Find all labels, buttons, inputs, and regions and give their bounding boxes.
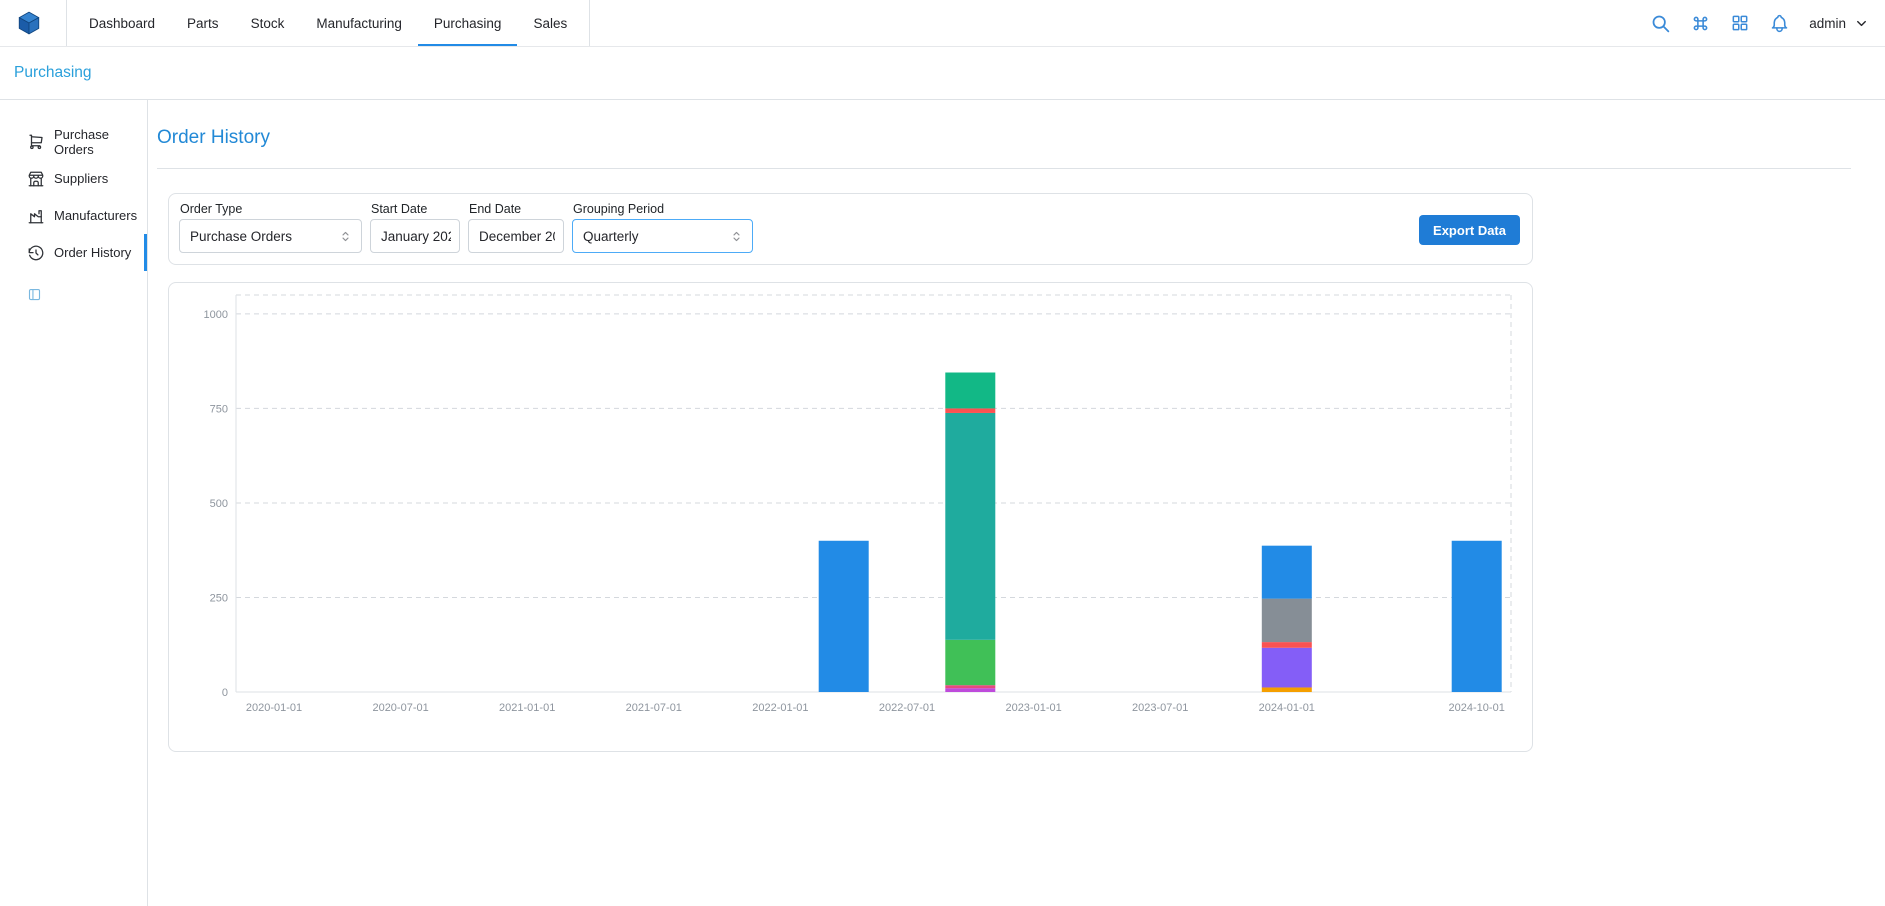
y-tick-label: 1000 xyxy=(204,309,228,321)
nav-tab-dashboard[interactable]: Dashboard xyxy=(73,0,171,46)
history-icon xyxy=(27,244,45,262)
grouping-period-select[interactable]: Quarterly xyxy=(572,219,753,253)
sidebar-item-label: Purchase Orders xyxy=(54,127,147,157)
chart-bar-segment[interactable] xyxy=(1452,541,1502,692)
y-tick-label: 250 xyxy=(210,592,228,604)
end-date-input[interactable] xyxy=(468,219,564,253)
end-date-field: End Date xyxy=(468,202,564,264)
chart-bar-segment[interactable] xyxy=(1262,642,1312,648)
grid-icon[interactable] xyxy=(1730,13,1750,33)
nav-tab-manufacturing[interactable]: Manufacturing xyxy=(300,0,418,46)
chart-bar-segment[interactable] xyxy=(945,413,995,640)
selector-chevrons-icon xyxy=(729,229,744,244)
sidebar-item-suppliers[interactable]: Suppliers xyxy=(0,160,147,197)
end-date-label: End Date xyxy=(469,202,564,216)
building-store-icon xyxy=(27,170,45,188)
chart-bar-segment[interactable] xyxy=(1262,599,1312,642)
nav-tab-purchasing[interactable]: Purchasing xyxy=(418,0,518,46)
x-tick-label: 2020-01-01 xyxy=(246,702,302,714)
title-divider xyxy=(157,168,1851,169)
inventree-logo-icon xyxy=(16,10,42,36)
x-tick-label: 2023-01-01 xyxy=(1005,702,1061,714)
sidebar-item-label: Manufacturers xyxy=(54,208,137,223)
top-navbar: Dashboard Parts Stock Manufacturing Purc… xyxy=(0,0,1885,47)
chevron-down-icon xyxy=(1854,16,1869,31)
order-history-panel: Order History Order Type Purchase Orders… xyxy=(148,100,1885,906)
main-nav-tabs: Dashboard Parts Stock Manufacturing Purc… xyxy=(66,0,590,46)
layout-sidebar-icon[interactable] xyxy=(27,287,42,302)
navbar-actions: admin xyxy=(1650,13,1869,34)
chart-bar-segment[interactable] xyxy=(1262,687,1312,692)
order-type-label: Order Type xyxy=(180,202,362,216)
breadcrumb-purchasing[interactable]: Purchasing xyxy=(14,64,92,82)
x-tick-label: 2021-01-01 xyxy=(499,702,555,714)
command-icon[interactable] xyxy=(1690,13,1711,34)
y-tick-label: 500 xyxy=(210,498,228,510)
grouping-period-label: Grouping Period xyxy=(573,202,753,216)
nav-tab-sales[interactable]: Sales xyxy=(517,0,583,46)
x-tick-label: 2021-07-01 xyxy=(626,702,682,714)
chart-bar-segment[interactable] xyxy=(1262,648,1312,688)
x-tick-label: 2024-01-01 xyxy=(1259,702,1315,714)
page-title: Order History xyxy=(157,127,1851,149)
chart-bar-segment[interactable] xyxy=(819,541,869,692)
user-menu[interactable]: admin xyxy=(1809,16,1869,31)
x-tick-label: 2024-10-01 xyxy=(1449,702,1505,714)
breadcrumb-bar: Purchasing xyxy=(0,47,1885,100)
chart-bar-segment[interactable] xyxy=(945,685,995,688)
bell-icon[interactable] xyxy=(1769,13,1790,34)
y-tick-label: 0 xyxy=(222,687,228,699)
chart-bar-segment[interactable] xyxy=(945,373,995,409)
start-date-field: Start Date xyxy=(370,202,460,264)
order-type-field: Order Type Purchase Orders xyxy=(179,202,362,264)
selector-chevrons-icon xyxy=(338,229,353,244)
search-icon[interactable] xyxy=(1650,13,1671,34)
grouping-period-value: Quarterly xyxy=(583,229,639,244)
start-date-input[interactable] xyxy=(370,219,460,253)
grouping-period-field: Grouping Period Quarterly xyxy=(572,202,753,264)
sidebar-item-order-history[interactable]: Order History xyxy=(0,234,147,271)
start-date-label: Start Date xyxy=(371,202,460,216)
sidebar-item-label: Order History xyxy=(54,245,131,260)
nav-tab-parts[interactable]: Parts xyxy=(171,0,235,46)
filter-card: Order Type Purchase Orders Start Date En… xyxy=(168,193,1533,265)
chart-bar-segment[interactable] xyxy=(945,640,995,685)
sidebar-item-label: Suppliers xyxy=(54,171,108,186)
chart-bar-segment[interactable] xyxy=(945,688,995,692)
x-tick-label: 2022-01-01 xyxy=(752,702,808,714)
x-tick-label: 2023-07-01 xyxy=(1132,702,1188,714)
order-type-value: Purchase Orders xyxy=(190,229,292,244)
sidebar-item-manufacturers[interactable]: Manufacturers xyxy=(0,197,147,234)
x-tick-label: 2020-07-01 xyxy=(372,702,428,714)
order-type-select[interactable]: Purchase Orders xyxy=(179,219,362,253)
purchasing-sidebar: Purchase Orders Suppliers Manufacturers xyxy=(0,100,148,906)
building-factory-icon xyxy=(27,207,45,225)
order-history-chart[interactable]: 0 250 500 750 1000 2020-01-01 2020-07-01 2021-0… xyxy=(169,283,1532,751)
shopping-cart-icon xyxy=(27,133,45,151)
x-tick-label: 2022-07-01 xyxy=(879,702,935,714)
app-logo[interactable] xyxy=(16,10,42,36)
user-name: admin xyxy=(1809,16,1846,31)
nav-tab-stock[interactable]: Stock xyxy=(235,0,301,46)
chart-card: 0 250 500 750 1000 2020-01-01 2020-07-01 2021-0… xyxy=(168,282,1533,752)
export-data-button[interactable]: Export Data xyxy=(1419,215,1520,245)
y-tick-label: 750 xyxy=(210,403,228,415)
sidebar-item-purchase-orders[interactable]: Purchase Orders xyxy=(0,123,147,160)
chart-bar-segment[interactable] xyxy=(1262,546,1312,599)
chart-bar-segment[interactable] xyxy=(945,408,995,413)
